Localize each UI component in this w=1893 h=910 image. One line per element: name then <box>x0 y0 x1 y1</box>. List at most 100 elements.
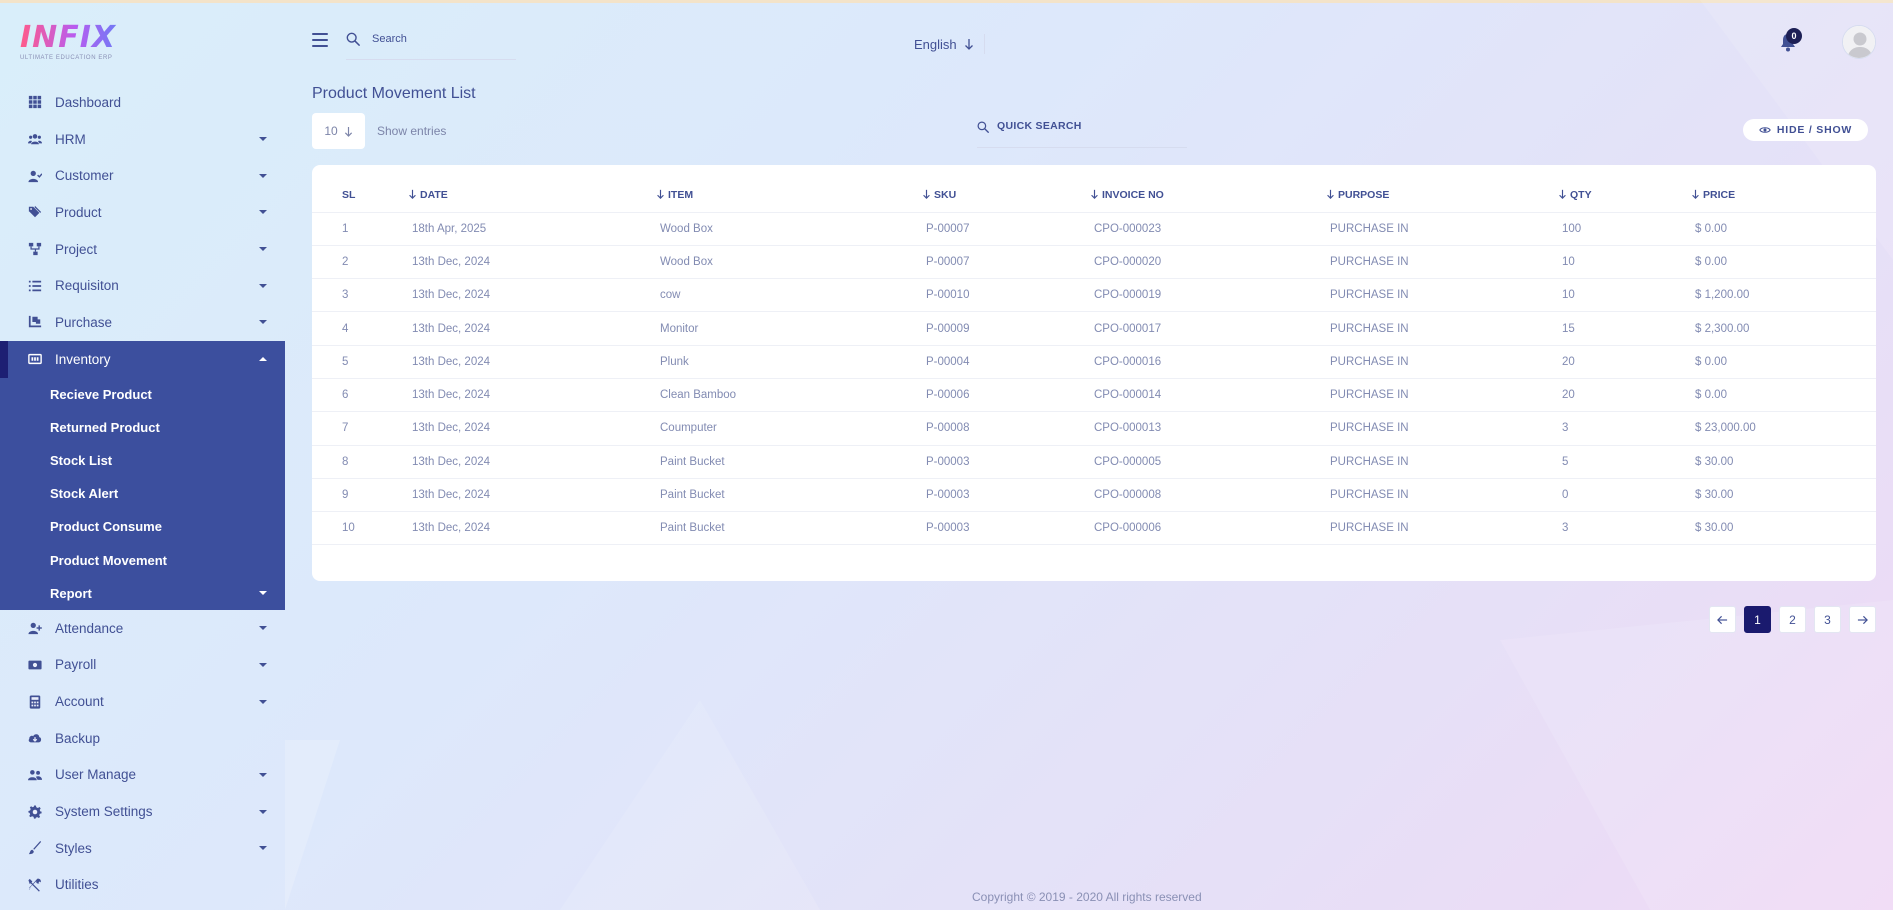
sidebar-item-dashboard[interactable]: Dashboard <box>0 84 285 121</box>
table-cell: 13th Dec, 2024 <box>408 278 656 313</box>
notification-badge: 0 <box>1786 28 1802 44</box>
table-row[interactable]: 6 13th Dec, 2024 Clean Bamboo P-00006 CPO-00… <box>312 378 1876 413</box>
chevron-down-icon <box>259 210 267 215</box>
table-cell: Wood Box <box>656 245 922 280</box>
column-header-invoice-no[interactable]: INVOICE NO <box>1090 179 1326 213</box>
list-icon <box>28 279 42 293</box>
sidebar-item-styles[interactable]: Styles <box>0 830 285 867</box>
sidebar-item-attendance[interactable]: Attendance <box>0 610 285 647</box>
search-icon <box>977 121 989 133</box>
quick-search-input[interactable]: QUICK SEARCH <box>977 120 1187 148</box>
table-cell: Coumputer <box>656 411 922 446</box>
page-button-1[interactable]: 1 <box>1744 606 1771 633</box>
sidebar-item-utilities[interactable]: Utilities <box>0 867 285 904</box>
table-cell: cow <box>656 278 922 313</box>
language-selector[interactable]: English <box>914 34 985 54</box>
chevron-down-icon <box>259 626 267 631</box>
column-header-label: SKU <box>934 189 957 202</box>
sidebar-subitem-product-consume[interactable]: Product Consume <box>0 510 285 543</box>
sidebar-item-requisiton[interactable]: Requisiton <box>0 267 285 304</box>
sidebar-item-project[interactable]: Project <box>0 231 285 268</box>
chevron-down-icon <box>259 772 267 777</box>
sort-arrow-icon <box>1327 190 1334 200</box>
table-cell: 13th Dec, 2024 <box>408 411 656 446</box>
sidebar-subitem-stock-alert[interactable]: Stock Alert <box>0 477 285 510</box>
table-cell: 13th Dec, 2024 <box>408 445 656 479</box>
entries-per-page-select[interactable]: 10 <box>312 113 365 149</box>
table-cell: 15 <box>1558 311 1691 346</box>
table-row[interactable]: 10 13th Dec, 2024 Paint Bucket P-00003 CPO-0… <box>312 511 1876 546</box>
sidebar-item-hrm[interactable]: HRM <box>0 121 285 158</box>
page-button-2[interactable]: 2 <box>1779 606 1806 633</box>
search-input[interactable] <box>372 30 502 48</box>
table-cell: 10 <box>1558 278 1691 313</box>
brand-logo[interactable]: INFIX ULTIMATE EDUCATION ERP <box>20 22 120 66</box>
table-body: 1 18th Apr, 2025 Wood Box P-00007 CPO-000023… <box>312 212 1876 546</box>
sidebar-item-label: HRM <box>55 131 86 147</box>
table-row[interactable]: 5 13th Dec, 2024 Plunk P-00004 CPO-000016 PUR… <box>312 345 1876 379</box>
page-button-3[interactable]: 3 <box>1814 606 1841 633</box>
sidebar-subitem-report[interactable]: Report <box>0 577 285 610</box>
chevron-down-icon <box>259 591 267 596</box>
table-cell: PURCHASE IN <box>1326 212 1558 246</box>
table-cell: P-00003 <box>922 511 1090 546</box>
sidebar-item-purchase[interactable]: Purchase <box>0 304 285 341</box>
table-cell: Clean Bamboo <box>656 378 922 413</box>
sidebar-item-label: Account <box>55 694 104 710</box>
column-header-qty[interactable]: QTY <box>1558 179 1691 213</box>
sidebar-item-customer[interactable]: Customer <box>0 157 285 194</box>
customer-icon <box>28 169 42 183</box>
cloud-download-icon <box>28 731 42 745</box>
sidebar-item-label: Styles <box>55 840 92 856</box>
sidebar-item-user-manage[interactable]: User Manage <box>0 757 285 794</box>
sidebar-subitem-label: Stock List <box>50 452 113 468</box>
table-row[interactable]: 7 13th Dec, 2024 Coumputer P-00008 CPO-00001… <box>312 411 1876 446</box>
column-header-purpose[interactable]: PURPOSE <box>1326 179 1558 213</box>
sidebar-subitem-stock-list[interactable]: Stock List <box>0 444 285 477</box>
table-cell: 13th Dec, 2024 <box>408 245 656 280</box>
sidebar-item-label: Backup <box>55 730 101 746</box>
table-cell: PURCHASE IN <box>1326 245 1558 280</box>
project-icon <box>28 242 42 256</box>
table-row[interactable]: 4 13th Dec, 2024 Monitor P-00009 CPO-000017 P… <box>312 311 1876 346</box>
table-cell: $ 30.00 <box>1691 478 1876 513</box>
table-cell: Wood Box <box>656 212 922 246</box>
sidebar-item-product[interactable]: Product <box>0 194 285 231</box>
column-header-price[interactable]: PRICE <box>1691 179 1876 213</box>
chevron-down-icon <box>259 846 267 851</box>
table-row[interactable]: 8 13th Dec, 2024 Paint Bucket P-00003 CPO-00… <box>312 445 1876 479</box>
table-row[interactable]: 1 18th Apr, 2025 Wood Box P-00007 CPO-000023… <box>312 212 1876 246</box>
table-cell: 20 <box>1558 378 1691 413</box>
table-cell: 18th Apr, 2025 <box>408 212 656 246</box>
tools-icon <box>28 878 42 892</box>
table-cell: CPO-000013 <box>1090 411 1326 446</box>
table-row[interactable]: 2 13th Dec, 2024 Wood Box P-00007 CPO-000020… <box>312 245 1876 280</box>
sidebar-subitem-product-movement[interactable]: Product Movement <box>0 543 285 576</box>
table-row[interactable]: 9 13th Dec, 2024 Paint Bucket P-00003 CPO-00… <box>312 478 1876 513</box>
avatar[interactable] <box>1842 25 1876 59</box>
column-header-date[interactable]: DATE <box>408 179 656 213</box>
brush-icon <box>28 841 42 855</box>
sidebar-subitem-returned-product[interactable]: Returned Product <box>0 411 285 444</box>
previous-page-button[interactable] <box>1709 606 1736 633</box>
sidebar-item-system-settings[interactable]: System Settings <box>0 793 285 830</box>
column-header-item[interactable]: ITEM <box>656 179 922 213</box>
chevron-down-icon <box>259 809 267 814</box>
column-header-sl[interactable]: SL <box>312 179 408 213</box>
sidebar-item-backup[interactable]: Backup <box>0 720 285 757</box>
sidebar-subitem-recieve-product[interactable]: Recieve Product <box>0 378 285 411</box>
chevron-down-icon <box>259 247 267 252</box>
chevron-down-icon <box>259 137 267 142</box>
table-row[interactable]: 3 13th Dec, 2024 cow P-00010 CPO-000019 PURCH… <box>312 278 1876 313</box>
column-header-sku[interactable]: SKU <box>922 179 1090 213</box>
sidebar-item-payroll[interactable]: Payroll <box>0 647 285 684</box>
table-cell: 1 <box>312 212 408 246</box>
table-cell: 13th Dec, 2024 <box>408 345 656 379</box>
hide-show-columns-button[interactable]: HIDE / SHOW <box>1743 119 1868 141</box>
sidebar-item-account[interactable]: Account <box>0 683 285 720</box>
sidebar-item-inventory[interactable]: Inventory <box>0 340 285 378</box>
menu-toggle-button[interactable] <box>312 33 328 47</box>
table-cell: CPO-000017 <box>1090 311 1326 346</box>
tag-icon <box>28 205 42 219</box>
next-page-button[interactable] <box>1849 606 1876 633</box>
